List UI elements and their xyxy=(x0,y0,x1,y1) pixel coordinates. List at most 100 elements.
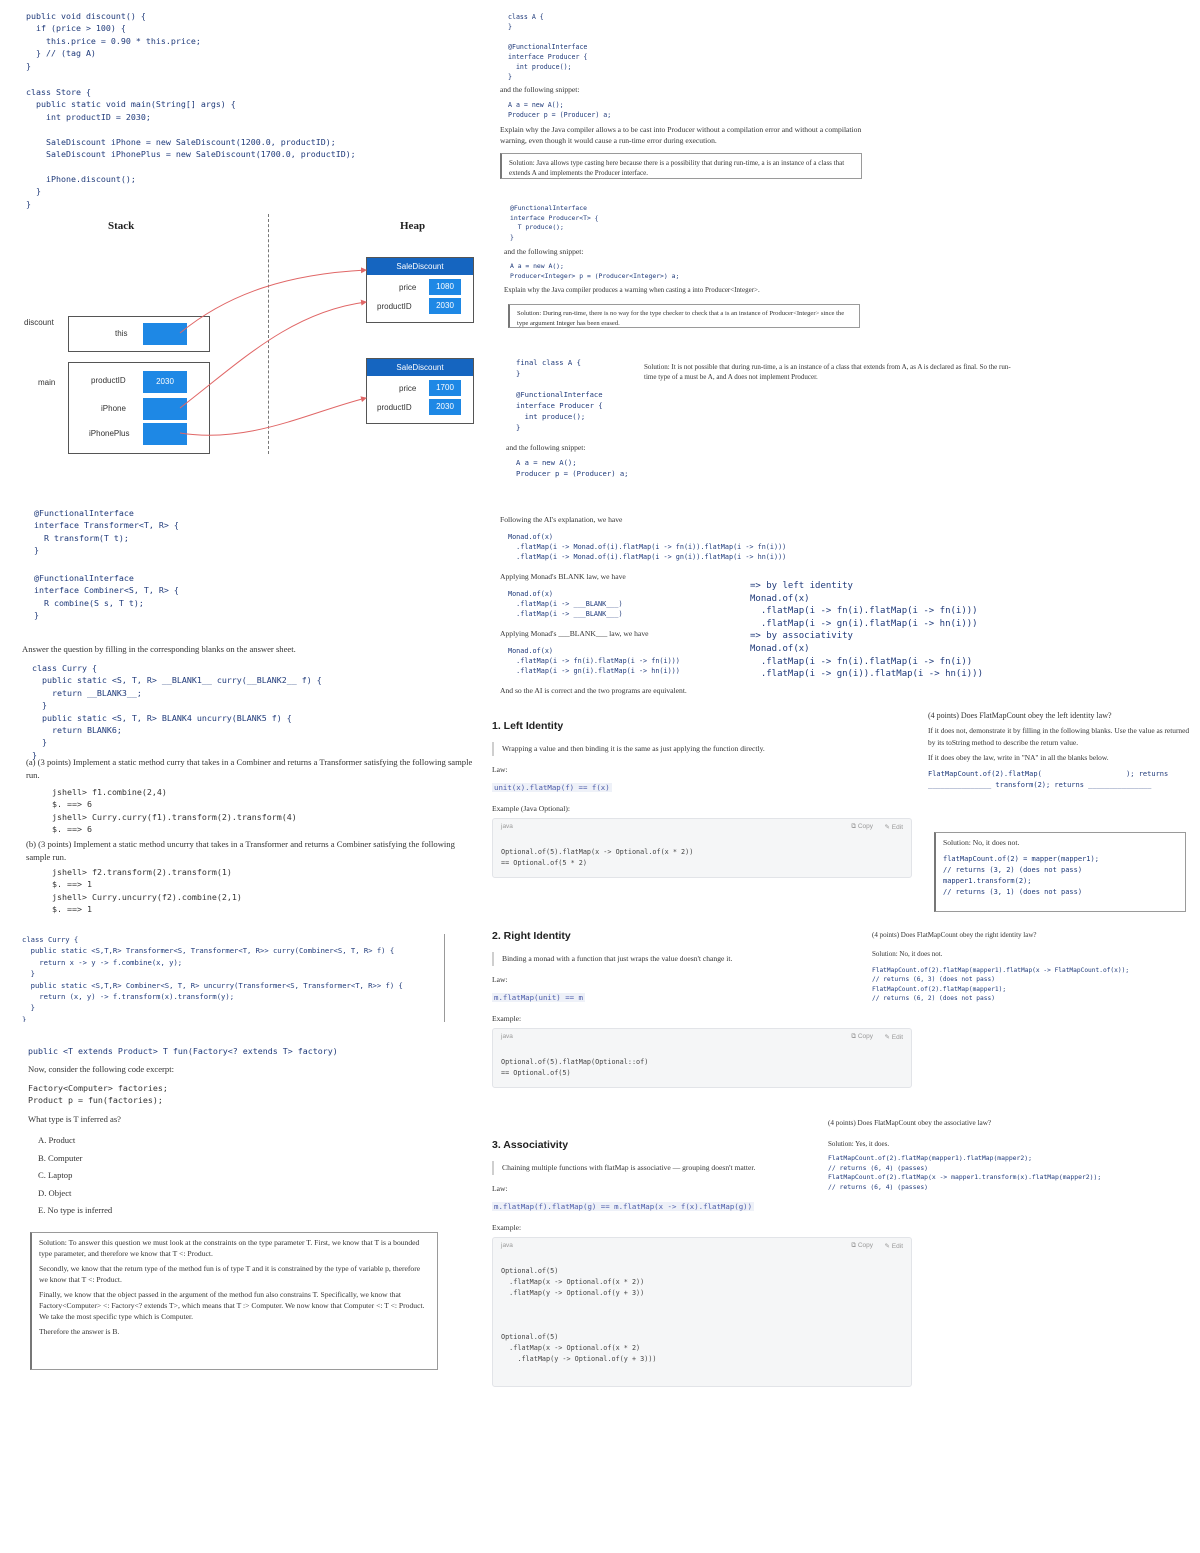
curry-solution-code: class Curry { public static <S,T,R> Tran… xyxy=(22,935,403,1022)
lang-label: java xyxy=(501,823,513,830)
right-identity-law: m.flatMap(unit) == m xyxy=(492,993,585,1002)
left-identity-law: unit(x).flatMap(f) == f(x) xyxy=(492,783,612,792)
cast-solution-2: Solution: During run-time, there is no w… xyxy=(508,304,860,328)
left-identity-example-label: Example (Java Optional): xyxy=(492,804,571,813)
monad-program-1: Monad.of(x) .flatMap(i -> Monad.of(i).fl… xyxy=(508,533,787,562)
q-associativity: (4 points) Does FlatMapCount obey the as… xyxy=(828,1118,1192,1192)
warning-explain-question: Explain why the Java compiler produces a… xyxy=(504,286,760,294)
option-a[interactable]: A. Product xyxy=(38,1132,112,1150)
q6-question: (4 points) Does FlatMapCount obey the as… xyxy=(828,1119,992,1127)
solution-paragraph-4: Therefore the answer is B. xyxy=(39,1327,120,1336)
question-b-sample-run: jshell> f2.transform(2).transform(1) $. … xyxy=(52,867,242,915)
reference-arrows xyxy=(179,267,367,436)
fun-options: A. Product B. Computer C. Laptop D. Obje… xyxy=(38,1132,112,1220)
right-identity-law-label: Law: xyxy=(492,975,508,984)
ai-conclusion: And so the AI is correct and the two pro… xyxy=(500,686,687,695)
copy-button[interactable]: ⧉ Copy xyxy=(851,823,873,831)
copy-label: Copy xyxy=(857,1242,873,1249)
discount-method-code: public void discount() { if (price > 100… xyxy=(26,11,201,71)
q5-question: (4 points) Does FlatMapCount obey the ri… xyxy=(872,931,1037,939)
edit-button[interactable]: ✎ Edit xyxy=(885,1033,903,1041)
solution-paragraph-2: Secondly, we know that the return type o… xyxy=(39,1264,421,1284)
snippet-intro-1: and the following snippet: xyxy=(500,85,580,94)
copy-button[interactable]: ⧉ Copy xyxy=(851,1242,873,1250)
left-identity-code: Optional.of(5).flatMap(x -> Optional.of(… xyxy=(501,848,694,867)
fun-code-excerpt: Factory<Computer> factories; Product p =… xyxy=(28,1083,168,1106)
snippet-3: A a = new A(); Producer p = (Producer) a… xyxy=(516,458,629,478)
snippet-intro-3: and the following snippet: xyxy=(506,443,586,452)
curry-blank-code: class Curry { public static <S, T, R> __… xyxy=(32,663,322,760)
option-c[interactable]: C. Laptop xyxy=(38,1167,112,1185)
right-identity-section: 2. Right Identity Binding a monad with a… xyxy=(492,930,912,1088)
edit-label: Edit xyxy=(891,1034,903,1041)
cast-solution-3: Solution: It is not possible that during… xyxy=(644,363,1011,381)
right-identity-code-panel: java ⧉ Copy ✎ Edit Optional.of(5).flatMa… xyxy=(492,1028,912,1088)
store-main-code: class Store { public static void main(St… xyxy=(26,87,356,209)
q6-solution: Solution: Yes, it does. xyxy=(828,1140,890,1148)
option-b[interactable]: B. Computer xyxy=(38,1150,112,1168)
monad-derivation: => by left identity Monad.of(x) .flatMap… xyxy=(750,581,983,680)
apply-law-2: Applying Monad's ___BLANK___ law, we hav… xyxy=(500,629,649,638)
right-identity-code: Optional.of(5).flatMap(Optional::of) == … xyxy=(501,1058,649,1077)
edit-button[interactable]: ✎ Edit xyxy=(885,823,903,831)
question-a-sample-run: jshell> f1.combine(2,4) $. ==> 6 jshell>… xyxy=(52,787,297,835)
fun-declaration: public <T extends Product> T fun(Factory… xyxy=(28,1046,338,1056)
copy-label: Copy xyxy=(857,823,873,830)
fun-question: What type is T inferred as? xyxy=(28,1114,121,1124)
curry-solution-block: class Curry { public static <S,T,R> Tran… xyxy=(22,934,445,1022)
copy-label: Copy xyxy=(857,1033,873,1040)
q4-fill-blanks: FlatMapCount.of(2).flatMap( ); returns _… xyxy=(928,770,1169,789)
option-e[interactable]: E. No type is inferred xyxy=(38,1202,112,1220)
monad-program-3: Monad.of(x) .flatMap(i -> fn(i).flatMap(… xyxy=(508,647,680,676)
edit-label: Edit xyxy=(891,824,903,831)
right-identity-title: 2. Right Identity xyxy=(492,930,571,942)
associativity-law: m.flatMap(f).flatMap(g) == m.flatMap(x -… xyxy=(492,1202,755,1211)
cast-explain-question: Explain why the Java compiler allows a t… xyxy=(500,125,862,145)
snippet-1: A a = new A(); Producer p = (Producer) a… xyxy=(508,101,612,119)
edit-label: Edit xyxy=(891,1243,903,1250)
solution-paragraph-3: Finally, we know that the object passed … xyxy=(39,1290,425,1321)
left-identity-code-panel: java ⧉ Copy ✎ Edit Optional.of(5).flatMa… xyxy=(492,818,912,878)
right-identity-example-label: Example: xyxy=(492,1014,522,1023)
final-classA-code: final class A { } @FunctionalInterface i… xyxy=(516,358,603,432)
lang-label: java xyxy=(501,1033,513,1040)
q5-solution: Solution: No, it does not. xyxy=(872,950,943,958)
q4-question: (4 points) Does FlatMapCount obey the le… xyxy=(928,711,1112,720)
right-identity-desc: Binding a monad with a function that jus… xyxy=(492,952,912,966)
associativity-code-panel: java ⧉ Copy ✎ Edit Optional.of(5) .flatM… xyxy=(492,1237,912,1387)
q4-instruction-2: If it does obey the law, write in "NA" i… xyxy=(928,753,1109,762)
cast-solution-1: Solution: Java allows type casting here … xyxy=(500,153,862,179)
associativity-example-label: Example: xyxy=(492,1223,522,1232)
monad-program-2: Monad.of(x) .flatMap(i -> ___BLANK___) .… xyxy=(508,590,623,619)
apply-law-1: Applying Monad's BLANK law, we have xyxy=(500,572,626,581)
q4-solution-code: flatMapCount.of(2) = mapper(mapper1); //… xyxy=(943,855,1099,896)
copy-button[interactable]: ⧉ Copy xyxy=(851,1033,873,1041)
q-right-identity: (4 points) Does FlatMapCount obey the ri… xyxy=(872,930,1192,1004)
memory-diagram: Stack Heap discount this main productID … xyxy=(20,212,490,472)
q6-solution-code: FlatMapCount.of(2).flatMap(mapper1).flat… xyxy=(828,1154,1102,1191)
lang-label: java xyxy=(501,1242,513,1249)
snippet-2: A a = new A(); Producer<Integer> p = (Pr… xyxy=(510,262,680,280)
q-left-identity: (4 points) Does FlatMapCount obey the le… xyxy=(928,710,1192,791)
q4-solution: Solution: No, it does not. xyxy=(943,838,1020,847)
ai-explanation-intro: Following the AI's explanation, we have xyxy=(500,515,623,524)
q4-solution-box: Solution: No, it does not. flatMapCount.… xyxy=(934,832,1186,912)
left-identity-title: 1. Left Identity xyxy=(492,720,564,732)
fun-consider-text: Now, consider the following code excerpt… xyxy=(28,1064,174,1074)
option-d[interactable]: D. Object xyxy=(38,1185,112,1203)
edit-button[interactable]: ✎ Edit xyxy=(885,1242,903,1250)
type-inference-solution: Solution: To answer this question we mus… xyxy=(30,1232,438,1370)
question-a: (a) (3 points) Implement a static method… xyxy=(26,757,473,780)
q4-instruction-1: If it does not, demonstrate it by fillin… xyxy=(928,726,1190,747)
snippet-intro-2: and the following snippet: xyxy=(504,247,584,256)
associativity-code: Optional.of(5) .flatMap(x -> Optional.of… xyxy=(501,1267,657,1363)
transformer-interface-code: @FunctionalInterface interface Transform… xyxy=(34,508,179,556)
q5-solution-code: FlatMapCount.of(2).flatMap(mapper1).flat… xyxy=(872,967,1130,1003)
combiner-interface-code: @FunctionalInterface interface Combiner<… xyxy=(34,573,179,621)
answer-prompt: Answer the question by filling in the co… xyxy=(22,644,296,654)
classA-producer-code: class A { } @FunctionalInterface interfa… xyxy=(508,13,588,81)
left-identity-section: 1. Left Identity Wrapping a value and th… xyxy=(492,720,912,878)
left-identity-desc: Wrapping a value and then binding it is … xyxy=(492,742,912,756)
generic-producer-code: @FunctionalInterface interface Producer<… xyxy=(510,204,599,241)
question-b: (b) (3 points) Implement a static method… xyxy=(26,839,455,862)
